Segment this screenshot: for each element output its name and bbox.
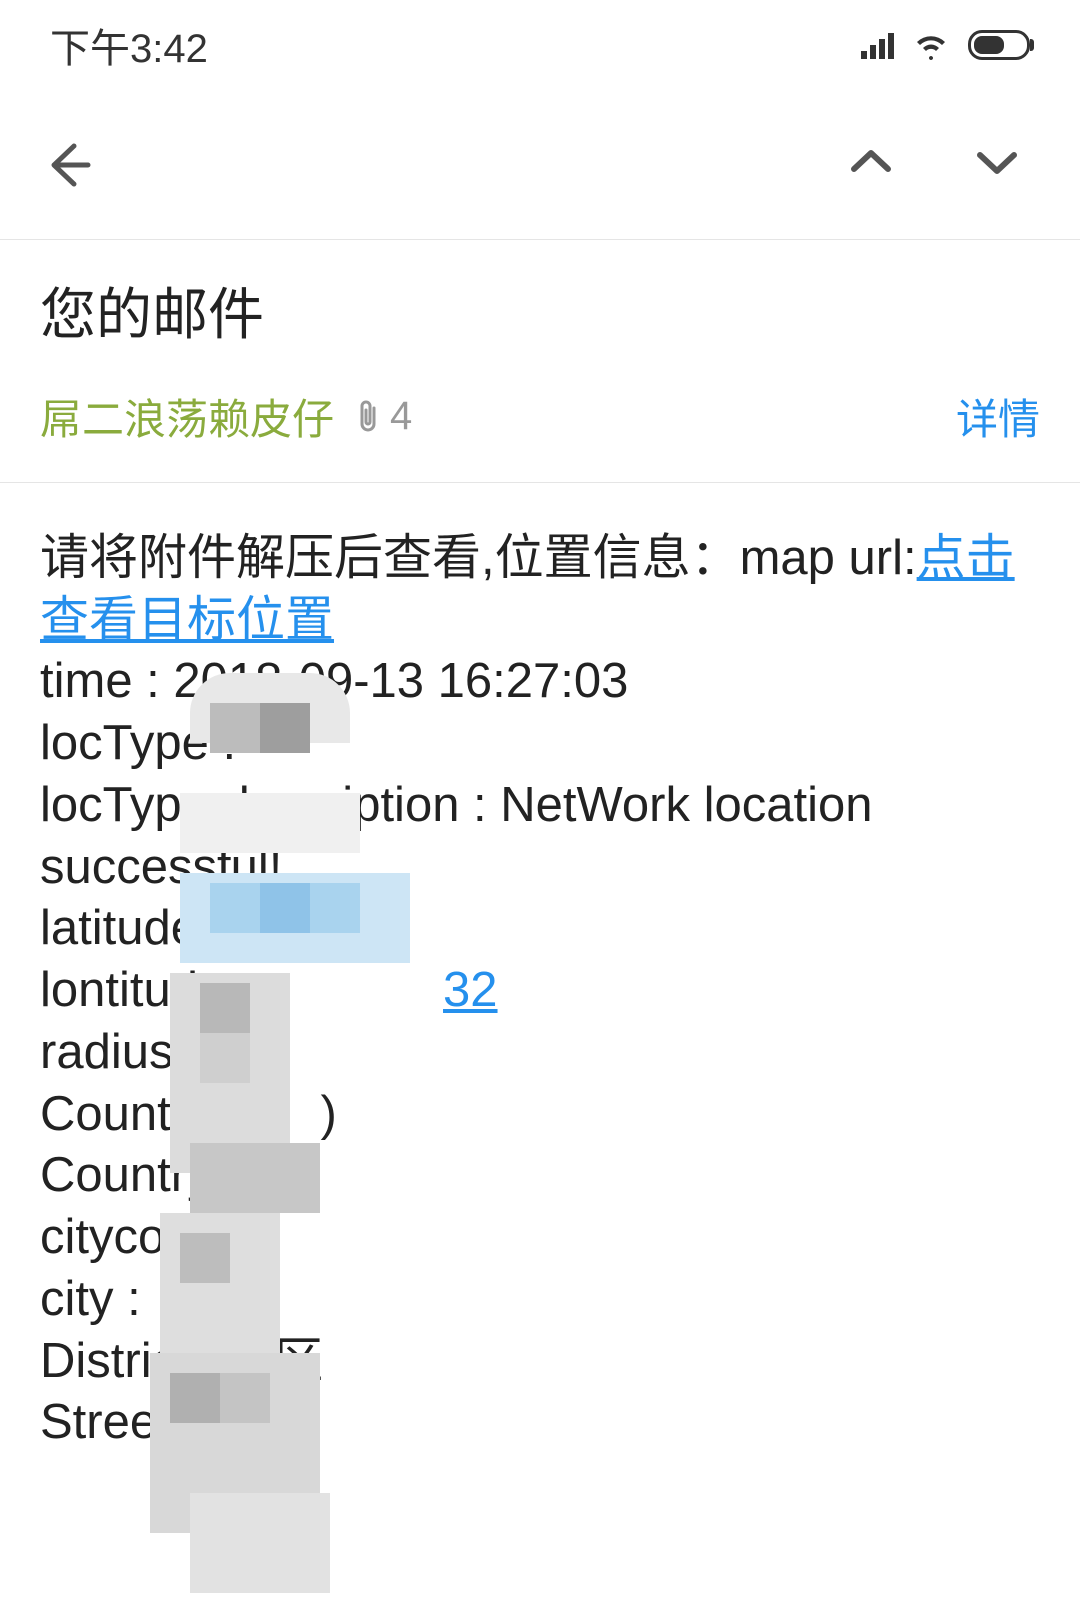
city-line: city : xyxy=(40,1269,1040,1331)
nav-bar xyxy=(0,90,1080,240)
loctype-desc: locType description : NetWork location s… xyxy=(40,775,1040,898)
back-button[interactable] xyxy=(40,138,94,192)
longitude-value[interactable]: 32 xyxy=(443,963,498,1017)
attachment-icon xyxy=(352,398,384,436)
loctype-line: locType : xyxy=(40,713,1040,775)
attachment-count: 4 xyxy=(390,394,412,439)
wifi-icon xyxy=(912,30,950,60)
attachment-info[interactable]: 4 xyxy=(352,394,412,439)
status-time: 下午3:42 xyxy=(50,16,208,74)
street-line: Street : 丰 xyxy=(40,1392,1040,1454)
radius-line: radius xyxy=(40,1022,1040,1084)
email-header: 您的邮件 屌二浪荡赖皮仔 4 详情 xyxy=(0,240,1080,483)
sender-name[interactable]: 屌二浪荡赖皮仔 xyxy=(40,386,334,447)
battery-icon xyxy=(968,30,1030,60)
time-line: time : 2018-09-13 16:27:03 xyxy=(40,651,1040,713)
country-line: Country : xyxy=(40,1145,1040,1207)
email-body: 请将附件解压后查看,位置信息：map url:点击查看目标位置 time : 2… xyxy=(0,483,1080,1454)
signal-icon xyxy=(861,31,894,59)
email-title: 您的邮件 xyxy=(40,270,1040,351)
nav-up-button[interactable] xyxy=(848,147,894,182)
citycode-line: citycode xyxy=(40,1207,1040,1269)
latitude-line: latitude xyxy=(40,898,1040,960)
nav-down-button[interactable] xyxy=(974,147,1020,182)
countrycode-line: CountryC xyxy=(40,1087,247,1141)
details-button[interactable]: 详情 xyxy=(956,386,1040,447)
district-suffix: 区 xyxy=(274,1334,323,1388)
body-intro: 请将附件解压后查看,位置信息：map url: xyxy=(40,531,917,585)
longitude-label: lontitud xyxy=(40,963,198,1017)
status-icons xyxy=(861,30,1030,60)
district-line: Distric xyxy=(40,1334,176,1388)
status-bar: 下午3:42 xyxy=(0,0,1080,90)
sender-row: 屌二浪荡赖皮仔 4 详情 xyxy=(40,386,1040,447)
